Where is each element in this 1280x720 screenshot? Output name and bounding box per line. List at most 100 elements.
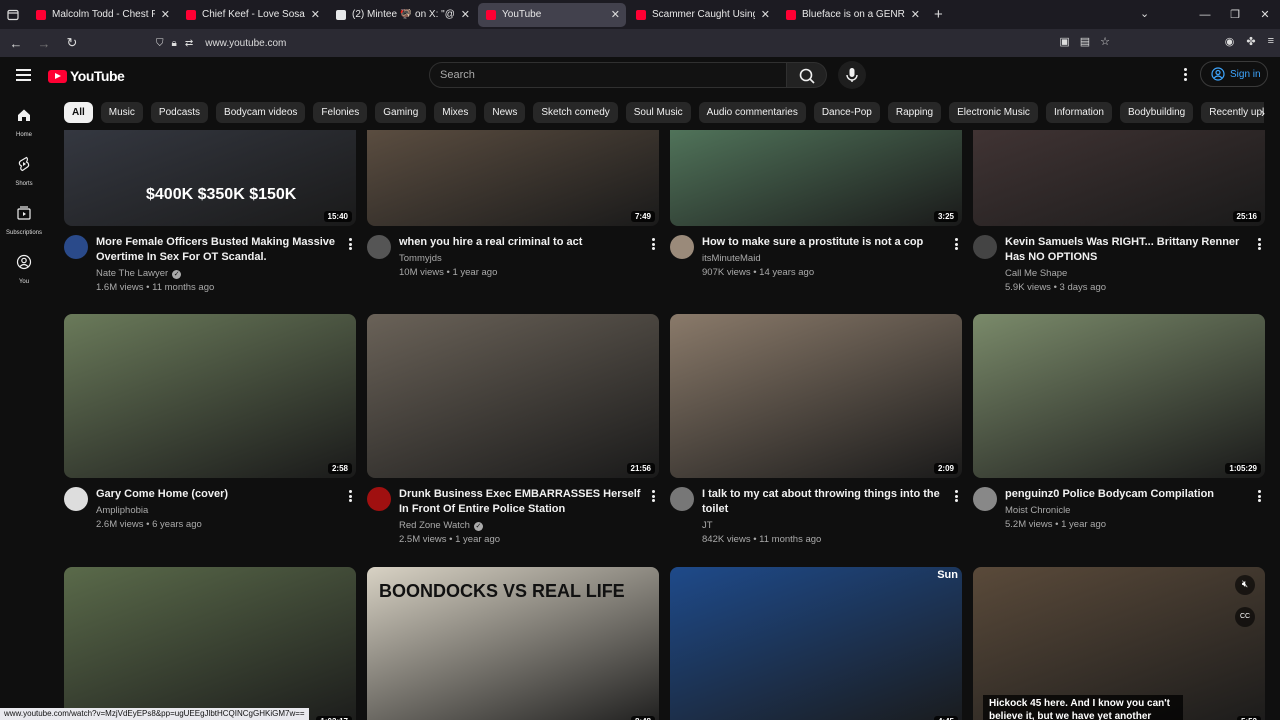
tab-list-icon[interactable] xyxy=(0,0,26,29)
youtube-logo[interactable]: YouTube xyxy=(48,68,125,84)
channel-name[interactable]: Moist Chronicle xyxy=(1005,505,1070,516)
filter-chip[interactable]: Bodybuilding xyxy=(1119,102,1194,123)
sidebar-item-shorts[interactable]: Shorts xyxy=(0,144,48,193)
video-menu-kebab-icon[interactable] xyxy=(1258,490,1261,504)
video-title[interactable]: I talk to my cat about throwing things i… xyxy=(702,487,962,517)
forward-button[interactable]: → xyxy=(32,36,56,51)
video-menu-kebab-icon[interactable] xyxy=(955,238,958,252)
video-menu-kebab-icon[interactable] xyxy=(652,490,655,504)
channel-avatar[interactable] xyxy=(64,487,88,511)
filter-chip[interactable]: Gaming xyxy=(375,102,427,123)
minimize-button[interactable]: — xyxy=(1190,9,1220,21)
tab-close-icon[interactable]: ✕ xyxy=(311,8,320,21)
channel-avatar[interactable] xyxy=(670,487,694,511)
channel-avatar[interactable] xyxy=(973,235,997,259)
video-menu-kebab-icon[interactable] xyxy=(955,490,958,504)
video-title[interactable]: penguinz0 Police Bodycam Compilation xyxy=(1005,487,1265,502)
video-thumbnail[interactable]: 2:58 xyxy=(64,314,356,478)
filter-chip[interactable]: Mixes xyxy=(434,102,477,123)
video-menu-kebab-icon[interactable] xyxy=(652,238,655,252)
restore-button[interactable]: ❐ xyxy=(1220,8,1250,21)
video-thumbnail[interactable]: 21:56 xyxy=(367,314,659,478)
channel-name[interactable]: itsMinuteMaid xyxy=(702,253,761,264)
chips-next-arrow-icon[interactable]: › xyxy=(1254,104,1272,122)
filter-chip[interactable]: Felonies xyxy=(313,102,368,123)
tab-overflow-chevron-icon[interactable]: ⌄ xyxy=(1140,7,1149,20)
video-card[interactable]: Sun 4:45 xyxy=(670,567,962,720)
channel-name[interactable]: Call Me Shape xyxy=(1005,268,1067,279)
video-menu-kebab-icon[interactable] xyxy=(349,490,352,504)
sign-in-button[interactable]: Sign in xyxy=(1200,61,1268,87)
filter-chip[interactable]: Bodycam videos xyxy=(216,102,306,123)
video-card[interactable]: 1:05:29 penguinz0 Police Bodycam Compilat… xyxy=(973,314,1265,532)
lock-icon[interactable]: 🔒︎ xyxy=(172,38,177,49)
channel-avatar[interactable] xyxy=(367,487,391,511)
channel-avatar[interactable] xyxy=(64,235,88,259)
tab-close-icon[interactable]: ✕ xyxy=(761,8,770,21)
browser-tab[interactable]: Scammer Caught Using Sto ✕ xyxy=(628,3,776,27)
mute-icon[interactable]: 🔇︎ xyxy=(1235,575,1255,595)
filter-chip[interactable]: Dance-Pop xyxy=(813,102,880,123)
video-thumbnail[interactable]: 3:25 xyxy=(670,130,962,226)
channel-avatar[interactable] xyxy=(973,487,997,511)
shield-icon[interactable]: ⛉ xyxy=(156,38,164,49)
channel-name[interactable]: Red Zone Watch xyxy=(399,520,470,531)
reload-button[interactable]: ↻ xyxy=(60,35,84,51)
permissions-icon[interactable]: ⇄ xyxy=(185,38,193,49)
filter-chip[interactable]: Podcasts xyxy=(150,102,209,123)
video-thumbnail[interactable]: Sun 4:45 xyxy=(670,567,962,720)
back-button[interactable]: ← xyxy=(4,36,28,51)
sidebar-item-you[interactable]: You xyxy=(0,242,48,291)
video-card[interactable]: 2:58 Gary Come Home (cover) Ampliphobia 2.6… xyxy=(64,314,356,532)
channel-avatar[interactable] xyxy=(367,235,391,259)
account-icon[interactable]: ◉ xyxy=(1225,35,1235,48)
video-thumbnail[interactable]: Hickock 45 here. And I know you can't be… xyxy=(973,567,1265,720)
channel-name[interactable]: JT xyxy=(702,520,713,531)
video-card[interactable]: BOONDOCKS VS REAL LIFE 8:48 xyxy=(367,567,659,720)
filter-chip[interactable]: Audio commentaries xyxy=(698,102,806,123)
video-title[interactable]: Drunk Business Exec EMBARRASSES Herself … xyxy=(399,487,659,517)
video-menu-kebab-icon[interactable] xyxy=(1258,238,1261,252)
browser-tab[interactable]: (2) Mintee 🦃 on X: "@afrocos ✕ xyxy=(328,3,476,27)
tab-close-icon[interactable]: ✕ xyxy=(611,8,620,21)
filter-chip[interactable]: News xyxy=(484,102,526,123)
filter-chip[interactable]: Information xyxy=(1045,102,1112,123)
video-thumbnail[interactable]: $400K $350K $150K 15:40 xyxy=(64,130,356,226)
search-button[interactable] xyxy=(787,62,827,88)
filter-chip[interactable]: Music xyxy=(100,102,143,123)
app-menu-icon[interactable]: ≡ xyxy=(1268,35,1274,48)
video-title[interactable]: How to make sure a prostitute is not a c… xyxy=(702,235,962,250)
voice-search-button[interactable] xyxy=(838,61,866,89)
video-thumbnail[interactable]: WAS RIGHT 25:16 xyxy=(973,130,1265,226)
filter-chip[interactable]: Rapping xyxy=(887,102,942,123)
video-menu-kebab-icon[interactable] xyxy=(349,238,352,252)
sidebar-item-home[interactable]: Home xyxy=(0,95,48,144)
tab-close-icon[interactable]: ✕ xyxy=(161,8,170,21)
sidebar-item-subscriptions[interactable]: Subscriptions xyxy=(0,193,48,242)
video-card[interactable]: 7:49 when you hire a real criminal to act… xyxy=(367,130,659,280)
video-card[interactable]: 3:25 How to make sure a prostitute is not… xyxy=(670,130,962,280)
extensions-icon[interactable]: ✤ xyxy=(1246,35,1255,48)
browser-tab[interactable]: Malcolm Todd - Chest Pain (I Lo ✕ xyxy=(28,3,176,27)
video-thumbnail[interactable]: 7:49 xyxy=(367,130,659,226)
guide-menu-icon[interactable] xyxy=(16,69,31,81)
video-thumbnail[interactable]: 1:05:29 xyxy=(973,314,1265,478)
filter-chip[interactable]: Electronic Music xyxy=(949,102,1038,123)
video-title[interactable]: Gary Come Home (cover) xyxy=(96,487,356,502)
close-window-button[interactable]: ✕ xyxy=(1250,8,1280,21)
video-card[interactable]: $400K $350K $150K 15:40 More Female Office… xyxy=(64,130,356,295)
video-card[interactable]: 2:09 I talk to my cat about throwing thin… xyxy=(670,314,962,547)
captions-icon[interactable]: CC xyxy=(1235,607,1255,627)
video-thumbnail[interactable]: BOONDOCKS VS REAL LIFE 8:48 xyxy=(367,567,659,720)
browser-tab[interactable]: Blueface is on a GENRATIO ✕ xyxy=(778,3,926,27)
channel-avatar[interactable] xyxy=(670,235,694,259)
channel-name[interactable]: Nate The Lawyer xyxy=(96,268,168,279)
channel-name[interactable]: Ampliphobia xyxy=(96,505,148,516)
video-thumbnail[interactable]: 1:03:17 xyxy=(64,567,356,720)
new-tab-button[interactable]: + xyxy=(934,6,943,23)
search-input[interactable]: Search xyxy=(429,62,787,88)
video-card[interactable]: WAS RIGHT 25:16 Kevin Samuels Was RIGHT...… xyxy=(973,130,1265,295)
filter-chip[interactable]: Soul Music xyxy=(625,102,691,123)
tab-close-icon[interactable]: ✕ xyxy=(461,8,470,21)
bookmark-star-icon[interactable]: ☆ xyxy=(1100,35,1110,48)
